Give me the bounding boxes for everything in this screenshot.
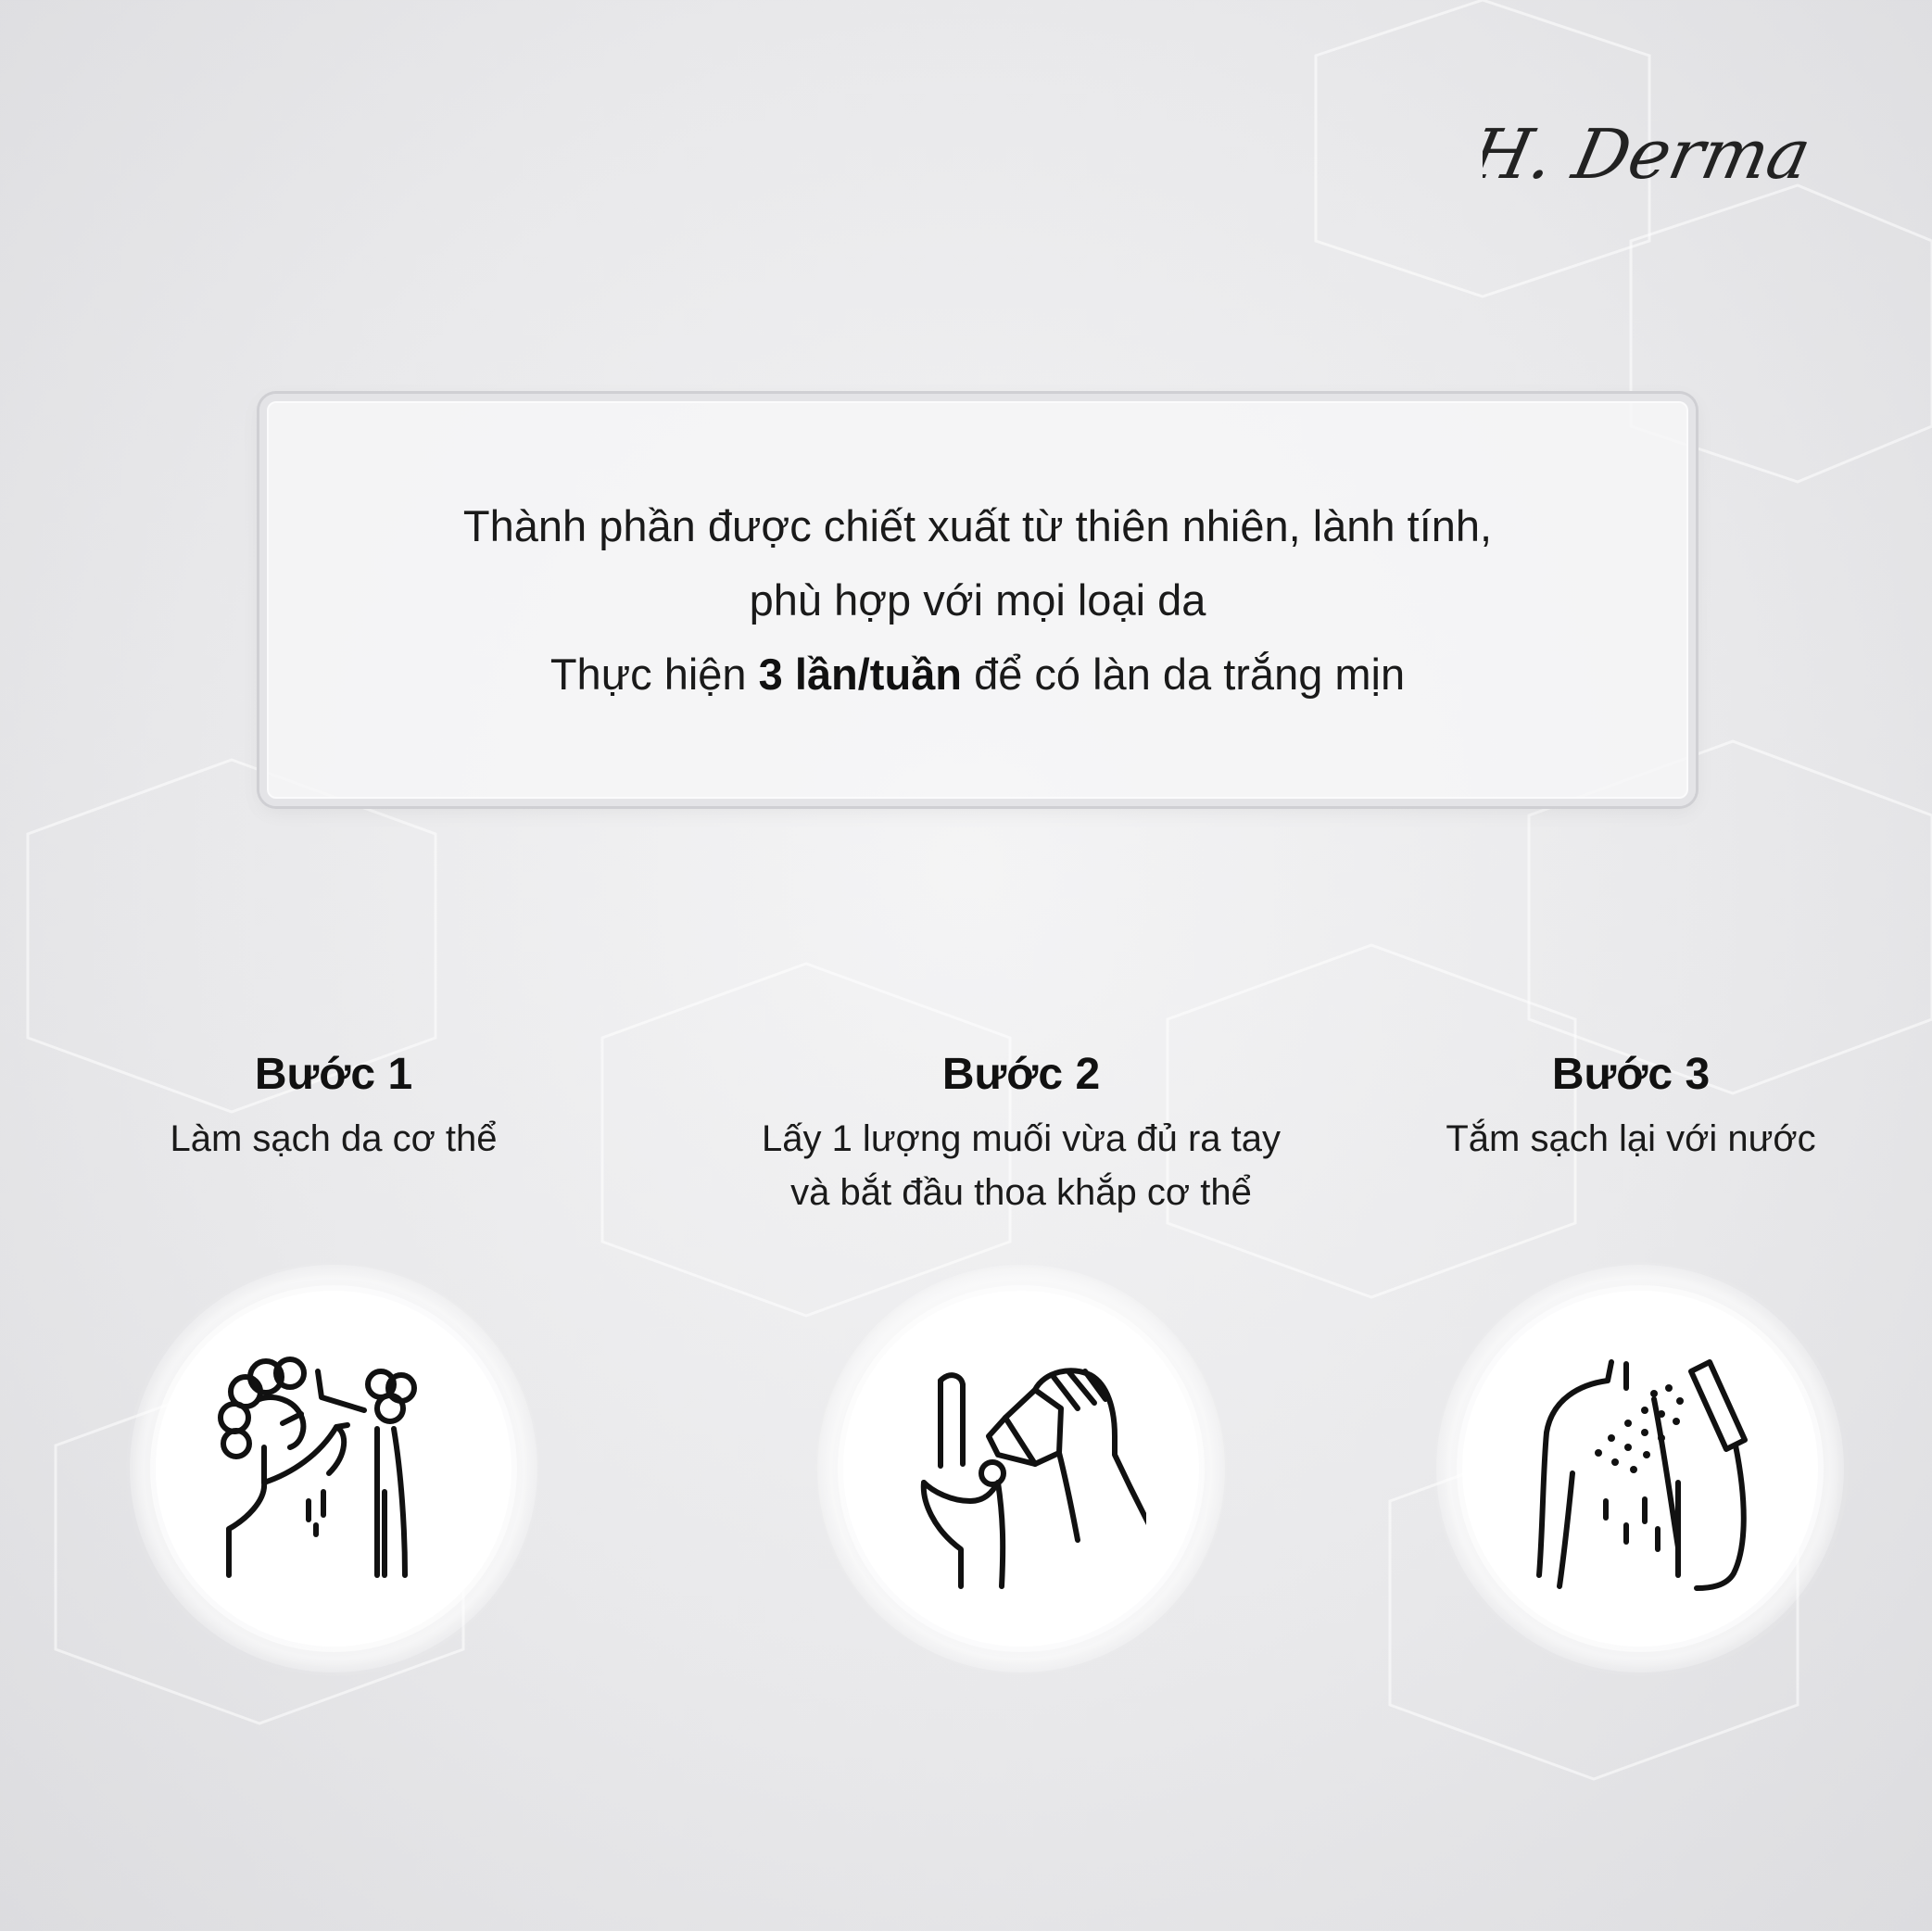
step-1: Bước 1 Làm sạch da cơ thể xyxy=(9,1038,658,1166)
info-line-3: Thực hiện 3 lần/tuần để có làn da trắng … xyxy=(550,637,1405,712)
step-3-title: Bước 3 xyxy=(1551,1050,1711,1099)
step-3: Bước 3 Tắm sạch lại với nước xyxy=(1307,1038,1932,1166)
step-2: Bước 2 Lấy 1 lượng muối vừa đủ ra tay và… xyxy=(697,1038,1345,1219)
pour-salt-hand-icon xyxy=(920,1368,1146,1589)
step-2-description-line-2: và bắt đầu thoa khắp cơ thể xyxy=(790,1172,1252,1213)
step-1-icon-card xyxy=(156,1291,511,1647)
info-line-2: phù hợp với mọi loại da xyxy=(749,574,1206,625)
step-3-icon-card xyxy=(1462,1291,1818,1647)
brand-logo: H. Derma xyxy=(1483,115,1817,195)
step-2-title: Bước 2 xyxy=(941,1050,1101,1099)
step-1-description: Làm sạch da cơ thể xyxy=(170,1118,498,1159)
soap-washing-body-icon xyxy=(218,1357,417,1578)
info-line-3-prefix: Thực hiện xyxy=(549,649,759,699)
info-line-1: Thành phần được chiết xuất từ thiên nhiê… xyxy=(462,500,1493,550)
step-2-icon-card xyxy=(843,1291,1199,1647)
info-card: Thành phần được chiết xuất từ thiên nhiê… xyxy=(259,394,1696,806)
frequency-highlight: 3 lần/tuần xyxy=(758,649,963,699)
info-line-3-suffix: để có làn da trắng mịn xyxy=(962,649,1406,699)
step-1-title: Bước 1 xyxy=(254,1050,413,1099)
brand-logo-text: H. Derma xyxy=(1483,115,1817,195)
shower-rinse-icon xyxy=(1536,1359,1748,1591)
step-3-description: Tắm sạch lại với nước xyxy=(1446,1118,1816,1159)
step-2-description-line-1: Lấy 1 lượng muối vừa đủ ra tay xyxy=(761,1118,1282,1159)
